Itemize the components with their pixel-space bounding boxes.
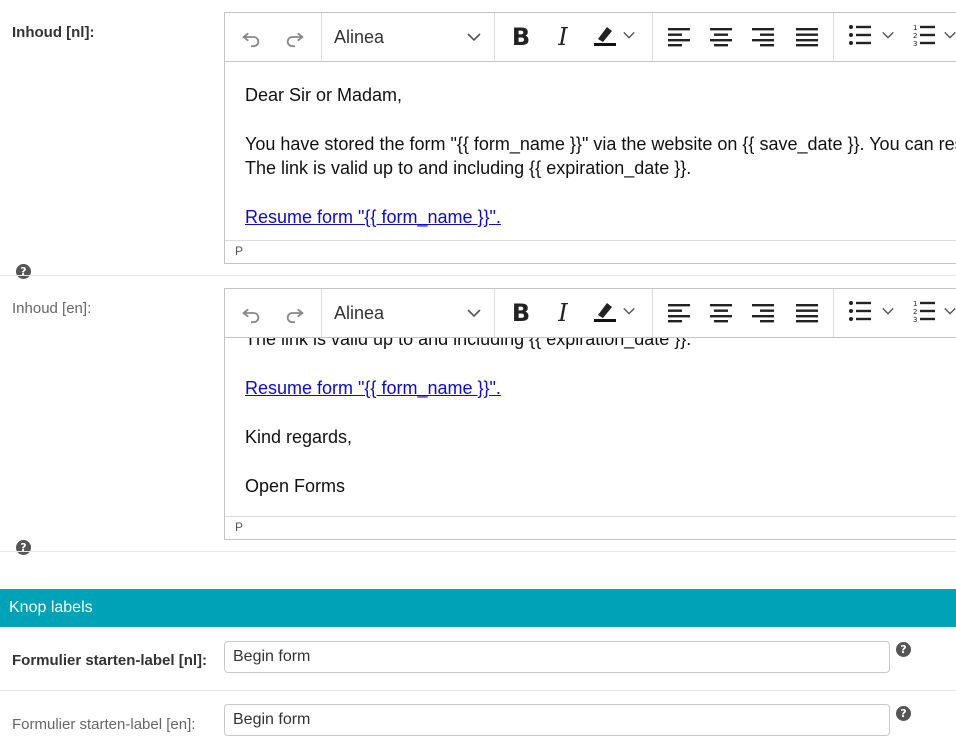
align-center-icon[interactable]	[701, 289, 741, 337]
highlight-icon	[592, 298, 618, 329]
svg-text:1: 1	[913, 24, 917, 32]
content-en-label: Inhoud [en]:	[12, 300, 92, 317]
help-icon[interactable]: ?	[896, 642, 911, 657]
bulleted-list-button[interactable]	[841, 13, 903, 61]
chevron-down-icon	[622, 304, 636, 323]
redo-icon[interactable]	[277, 289, 313, 337]
align-right-icon[interactable]	[743, 13, 783, 61]
svg-text:1: 1	[913, 300, 917, 308]
content-nl-editor[interactable]: Alinea B I 1 2 3 Dear Sir or Madam, You …	[224, 12, 956, 264]
chevron-down-icon	[881, 304, 895, 323]
heading-value: Alinea	[334, 302, 385, 323]
signature-text: Open Forms	[245, 476, 346, 496]
regards-text: Kind regards,	[245, 427, 353, 447]
heading-dropdown[interactable]: Alinea	[322, 13, 494, 61]
bold-icon[interactable]: B	[501, 289, 541, 337]
chevron-down-icon	[466, 305, 482, 326]
row-divider	[0, 275, 956, 276]
svg-text:2: 2	[913, 308, 917, 316]
body-line-1: You have stored the form "{{ form_name }…	[245, 134, 956, 154]
numbered-list-button[interactable]: 123	[909, 289, 956, 337]
bulleted-list-icon	[849, 24, 871, 50]
bulleted-list-icon	[849, 300, 871, 326]
section-header: Knop labels	[0, 589, 956, 627]
align-left-icon[interactable]	[659, 289, 699, 337]
align-right-icon[interactable]	[743, 289, 783, 337]
start-label-nl-label: Formulier starten-label [nl]:	[12, 652, 208, 669]
align-justify-icon[interactable]	[787, 289, 827, 337]
resume-form-link[interactable]: Resume form "{{ form_name }}".	[245, 378, 501, 398]
chevron-down-icon	[622, 28, 636, 47]
content-nl-body[interactable]: Dear Sir or Madam, You have stored the f…	[225, 62, 956, 240]
help-icon[interactable]: ?	[16, 264, 31, 279]
numbered-list-icon: 123	[913, 300, 935, 327]
content-en-body[interactable]: The link is valid up to and including {{…	[225, 338, 956, 516]
row-divider	[0, 690, 956, 691]
body-line-2: The link is valid up to and including {{…	[245, 338, 692, 349]
undo-icon[interactable]	[233, 13, 269, 61]
help-icon[interactable]: ?	[896, 706, 911, 721]
body-line-2: The link is valid up to and including {{…	[245, 158, 692, 178]
highlight-icon	[592, 22, 618, 53]
svg-text:2: 2	[913, 32, 917, 40]
undo-icon[interactable]	[233, 289, 269, 337]
editor-toolbar: Alinea B I 1 2 3	[225, 13, 956, 62]
bulleted-list-button[interactable]	[841, 289, 903, 337]
content-nl-label: Inhoud [nl]:	[12, 24, 95, 41]
align-justify-icon[interactable]	[787, 13, 827, 61]
svg-text:3: 3	[913, 316, 917, 322]
highlight-button[interactable]	[587, 13, 641, 61]
help-icon[interactable]: ?	[16, 540, 31, 555]
resume-form-link[interactable]: Resume form "{{ form_name }}".	[245, 207, 501, 227]
chevron-down-icon	[943, 304, 956, 323]
chevron-down-icon	[943, 28, 956, 47]
chevron-down-icon	[881, 28, 895, 47]
start-label-en-input[interactable]	[224, 704, 890, 736]
italic-icon[interactable]: I	[543, 289, 583, 337]
heading-value: Alinea	[334, 26, 385, 47]
italic-icon[interactable]: I	[543, 13, 583, 61]
align-center-icon[interactable]	[701, 13, 741, 61]
chevron-down-icon	[466, 29, 482, 50]
numbered-list-icon: 123	[913, 24, 935, 51]
element-path: P	[225, 240, 956, 263]
row-divider	[0, 551, 956, 552]
editor-toolbar: Alinea B I 1 2 3	[225, 289, 956, 338]
heading-dropdown[interactable]: Alinea	[322, 289, 494, 337]
numbered-list-button[interactable]: 123	[909, 13, 956, 61]
svg-text:3: 3	[913, 40, 917, 46]
start-label-nl-input[interactable]	[224, 641, 890, 673]
bold-icon[interactable]: B	[501, 13, 541, 61]
redo-icon[interactable]	[277, 13, 313, 61]
content-en-editor[interactable]: Alinea B I 1 2 3 The link is valid up to…	[224, 288, 956, 540]
highlight-button[interactable]	[587, 289, 641, 337]
greeting-text: Dear Sir or Madam,	[245, 85, 403, 105]
start-label-en-label: Formulier starten-label [en]:	[12, 716, 196, 733]
element-path: P	[225, 516, 956, 539]
align-left-icon[interactable]	[659, 13, 699, 61]
